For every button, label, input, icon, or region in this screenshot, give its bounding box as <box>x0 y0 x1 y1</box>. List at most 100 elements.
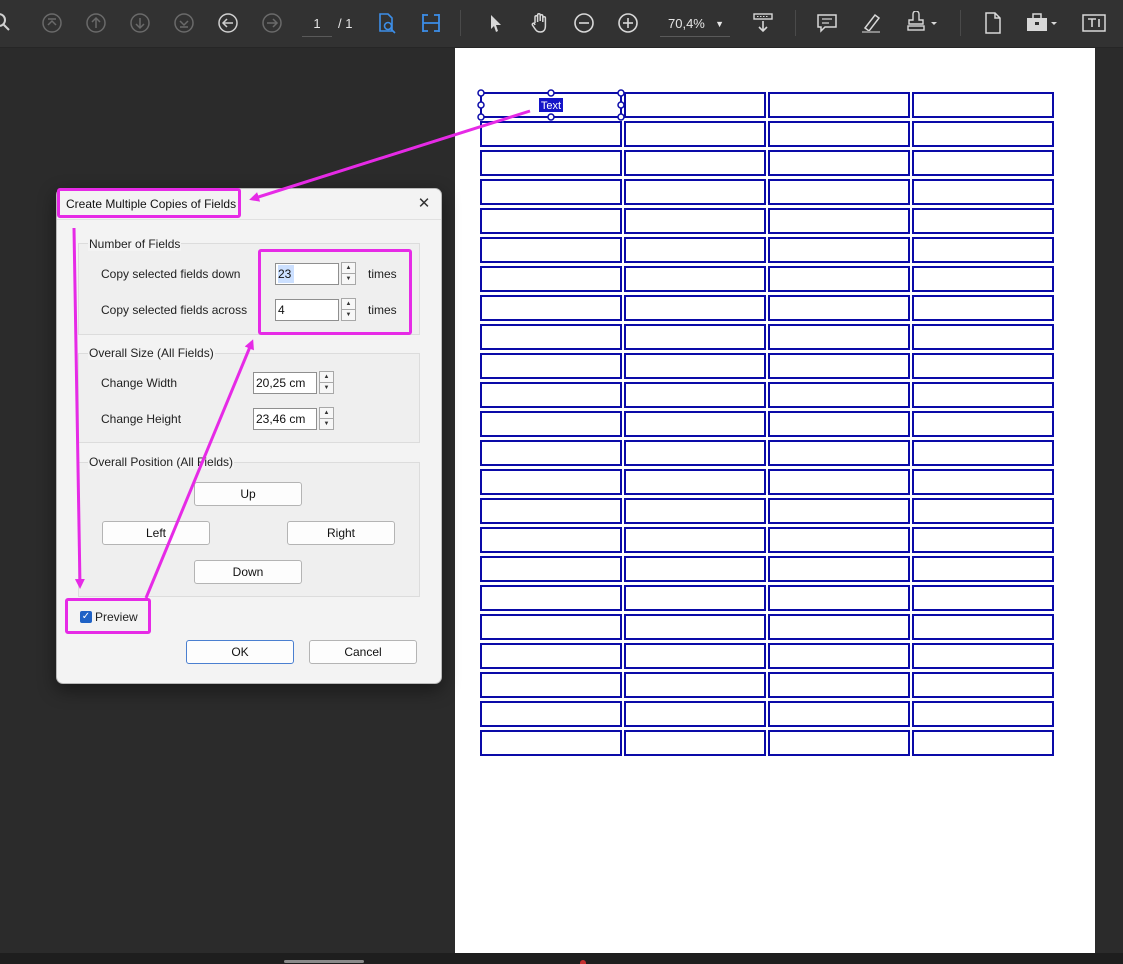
move-up-button[interactable]: Up <box>194 482 302 506</box>
form-field[interactable] <box>480 614 622 640</box>
form-field[interactable] <box>912 701 1054 727</box>
form-field[interactable] <box>912 527 1054 553</box>
find-page-icon[interactable] <box>373 9 401 37</box>
ok-button[interactable]: OK <box>186 640 294 664</box>
form-field[interactable] <box>480 150 622 176</box>
form-field[interactable] <box>624 614 766 640</box>
form-field[interactable] <box>480 672 622 698</box>
form-field[interactable] <box>624 150 766 176</box>
document-page[interactable]: Text <box>455 48 1095 953</box>
form-field[interactable] <box>480 556 622 582</box>
form-field[interactable] <box>768 411 910 437</box>
form-field[interactable] <box>480 585 622 611</box>
form-field[interactable] <box>480 179 622 205</box>
form-field[interactable] <box>768 585 910 611</box>
form-field[interactable] <box>768 179 910 205</box>
comment-icon[interactable] <box>813 9 841 37</box>
forward-icon[interactable] <box>258 9 286 37</box>
form-field[interactable] <box>624 121 766 147</box>
form-field[interactable] <box>480 266 622 292</box>
form-field[interactable] <box>624 585 766 611</box>
zoom-in-icon[interactable] <box>614 9 642 37</box>
form-field[interactable] <box>768 556 910 582</box>
change-height-stepper[interactable]: ▲ ▼ <box>319 407 334 430</box>
form-field[interactable] <box>912 643 1054 669</box>
form-field[interactable] <box>912 208 1054 234</box>
form-field[interactable] <box>624 498 766 524</box>
resize-handle[interactable] <box>617 101 625 109</box>
form-field[interactable] <box>480 121 622 147</box>
resize-handle[interactable] <box>617 113 625 121</box>
form-field[interactable] <box>768 672 910 698</box>
form-field[interactable] <box>912 121 1054 147</box>
form-field[interactable] <box>912 295 1054 321</box>
move-right-button[interactable]: Right <box>287 521 395 545</box>
last-page-icon[interactable] <box>170 9 198 37</box>
form-field[interactable] <box>624 382 766 408</box>
form-field[interactable] <box>912 382 1054 408</box>
form-field[interactable] <box>624 266 766 292</box>
form-field[interactable] <box>480 237 622 263</box>
resize-handle[interactable] <box>477 101 485 109</box>
form-field[interactable] <box>912 324 1054 350</box>
form-field[interactable] <box>768 701 910 727</box>
form-field[interactable] <box>912 353 1054 379</box>
text-field-icon[interactable] <box>1080 9 1108 37</box>
form-field[interactable] <box>624 324 766 350</box>
stepper-down-icon[interactable]: ▼ <box>319 382 334 394</box>
form-field[interactable] <box>480 498 622 524</box>
change-width-input[interactable] <box>256 374 314 392</box>
resize-handle[interactable] <box>617 89 625 97</box>
resize-handle[interactable] <box>477 89 485 97</box>
select-cursor-icon[interactable] <box>482 9 510 37</box>
form-field[interactable] <box>480 643 622 669</box>
form-field[interactable] <box>912 266 1054 292</box>
form-field[interactable] <box>624 556 766 582</box>
change-width-stepper[interactable]: ▲ ▼ <box>319 371 334 394</box>
form-field[interactable] <box>480 701 622 727</box>
form-field[interactable] <box>912 92 1054 118</box>
previous-page-icon[interactable] <box>82 9 110 37</box>
form-field[interactable] <box>768 237 910 263</box>
form-field[interactable] <box>480 411 622 437</box>
horizontal-scrollbar[interactable] <box>284 960 364 963</box>
form-field[interactable] <box>768 150 910 176</box>
zoom-level-select[interactable]: 70,4% ▼ <box>660 12 730 37</box>
form-field[interactable] <box>912 411 1054 437</box>
form-field[interactable] <box>624 643 766 669</box>
form-field[interactable] <box>768 382 910 408</box>
form-field[interactable] <box>912 150 1054 176</box>
hand-tool-icon[interactable] <box>526 9 554 37</box>
next-page-icon[interactable] <box>126 9 154 37</box>
form-field[interactable] <box>624 730 766 756</box>
form-field[interactable] <box>480 469 622 495</box>
form-field[interactable] <box>768 469 910 495</box>
form-field[interactable] <box>912 730 1054 756</box>
form-field[interactable] <box>768 614 910 640</box>
form-field[interactable] <box>912 498 1054 524</box>
change-width-field[interactable] <box>253 372 317 394</box>
first-page-icon[interactable] <box>38 9 66 37</box>
form-field[interactable] <box>912 237 1054 263</box>
back-icon[interactable] <box>214 9 242 37</box>
change-height-input[interactable] <box>256 410 314 428</box>
toolbox-icon[interactable] <box>1022 9 1062 37</box>
form-field[interactable] <box>480 295 622 321</box>
zoom-out-icon[interactable] <box>570 9 598 37</box>
form-field[interactable] <box>624 208 766 234</box>
form-field[interactable] <box>768 121 910 147</box>
form-field[interactable] <box>912 614 1054 640</box>
move-down-button[interactable]: Down <box>194 560 302 584</box>
highlight-pen-icon[interactable] <box>857 9 885 37</box>
form-field[interactable] <box>768 643 910 669</box>
form-field[interactable] <box>480 324 622 350</box>
fit-page-icon[interactable] <box>417 9 445 37</box>
form-field[interactable] <box>912 469 1054 495</box>
scroll-mode-icon[interactable] <box>749 9 777 37</box>
form-field[interactable] <box>768 498 910 524</box>
form-field[interactable] <box>912 585 1054 611</box>
document-icon[interactable] <box>979 9 1007 37</box>
form-field[interactable] <box>624 179 766 205</box>
form-field[interactable] <box>624 237 766 263</box>
form-field[interactable] <box>912 556 1054 582</box>
